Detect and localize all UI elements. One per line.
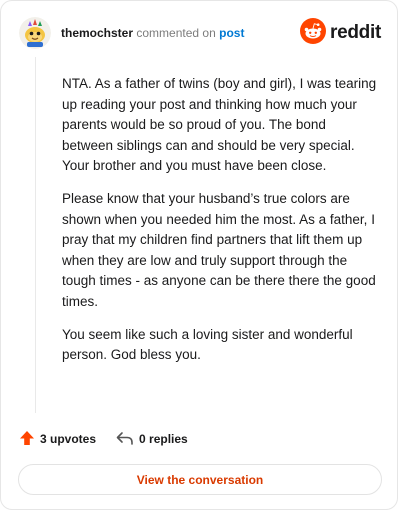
- upvote-count: 3 upvotes: [40, 432, 97, 446]
- commented-on-text: commented on: [136, 26, 216, 40]
- reddit-wordmark: reddit: [330, 22, 381, 43]
- username-link[interactable]: themochster: [61, 26, 133, 40]
- snoo-avatar-icon[interactable]: [19, 17, 51, 49]
- post-link[interactable]: post: [219, 26, 244, 40]
- upvote-arrow-icon: [19, 430, 35, 449]
- comment-actions: 3 upvotes 0 replies: [19, 429, 188, 449]
- comment-meta: themochster commented on post: [61, 26, 244, 40]
- thread-line[interactable]: [35, 57, 36, 413]
- comment-card: themochster commented on post reddit NTA…: [0, 0, 398, 510]
- comment-body: NTA. As a father of twins (boy and girl)…: [62, 74, 380, 378]
- comment-paragraph: NTA. As a father of twins (boy and girl)…: [62, 76, 377, 174]
- reply-arrow-icon: [116, 430, 134, 449]
- reddit-snoo-icon: [300, 17, 327, 49]
- upvote-button[interactable]: 3 upvotes: [19, 430, 96, 449]
- comment-header: themochster commented on post reddit: [19, 17, 381, 51]
- reply-count: 0 replies: [139, 432, 188, 446]
- replies-button[interactable]: 0 replies: [116, 430, 188, 449]
- comment-paragraph: Please know that your husband’s true col…: [62, 190, 376, 309]
- comment-paragraph: You seem like such a loving sister and w…: [62, 326, 353, 363]
- reddit-logo[interactable]: reddit: [300, 17, 381, 49]
- view-conversation-button[interactable]: View the conversation: [18, 464, 382, 495]
